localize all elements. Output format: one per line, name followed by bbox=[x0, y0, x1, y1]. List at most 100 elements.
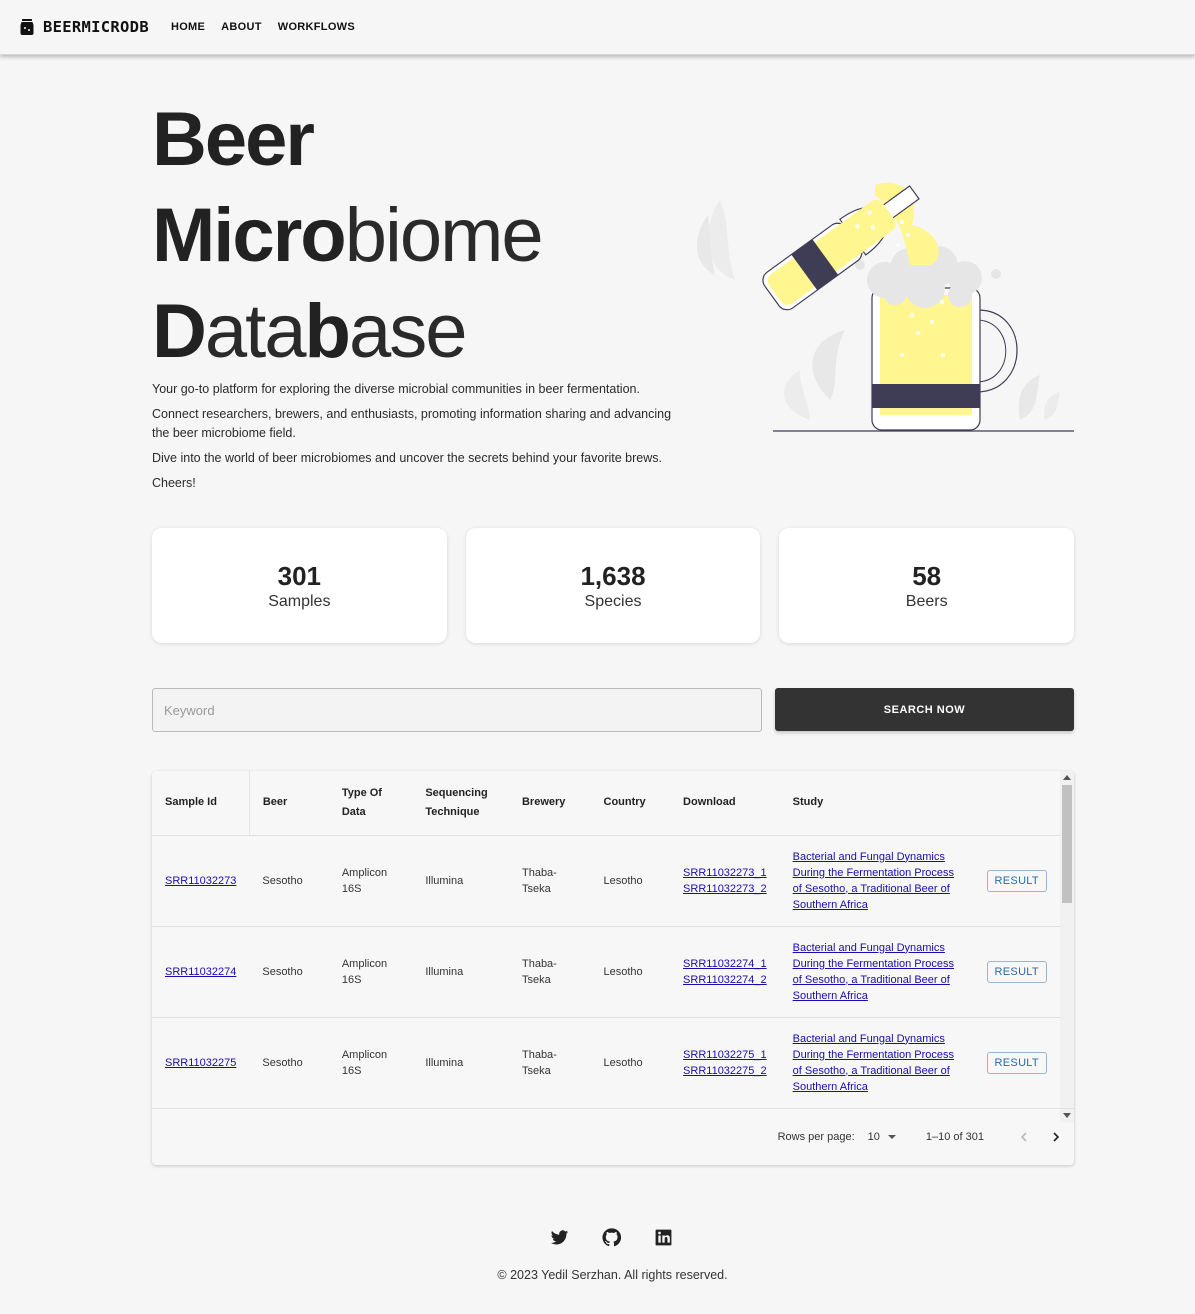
hero-title-line-2: Microbiome bbox=[152, 193, 544, 278]
column-header-type-of-data[interactable]: Type Of Data bbox=[328, 771, 413, 836]
study-cell: Bacterial and Fungal Dynamics During the… bbox=[779, 1017, 974, 1108]
country-cell: Lesotho bbox=[590, 835, 671, 927]
previous-page-button[interactable] bbox=[1008, 1121, 1040, 1153]
hero-title-line-1: Beer bbox=[152, 97, 315, 182]
scroll-up-arrow-icon[interactable] bbox=[1063, 775, 1071, 780]
stat-card-species: 1,638 Species bbox=[465, 528, 761, 643]
table-row: SRR11032274 Sesotho Amplicon 16S Illumin… bbox=[152, 926, 1060, 1018]
result-button[interactable]: RESULT bbox=[986, 960, 1047, 983]
stat-value: 1,638 bbox=[580, 560, 646, 591]
stat-card-samples: 301 Samples bbox=[152, 528, 447, 643]
table-row: SRR11032273 Sesotho Amplicon 16S Illumin… bbox=[152, 835, 1060, 927]
type-cell: Amplicon 16S bbox=[328, 926, 413, 1018]
study-link[interactable]: Bacterial and Fungal Dynamics During the… bbox=[793, 942, 954, 1002]
download-link-1[interactable]: SRR11032275_1 bbox=[683, 1049, 767, 1061]
technique-cell: Illumina bbox=[412, 1017, 509, 1108]
technique-cell: Illumina bbox=[412, 926, 509, 1018]
copyright-text: © 2023 Yedil Serzhan. All rights reserve… bbox=[497, 1268, 728, 1282]
column-header-brewery[interactable]: Brewery bbox=[508, 771, 591, 836]
intro-paragraph: Cheers! bbox=[152, 476, 196, 490]
search-now-button[interactable]: SEARCH NOW bbox=[775, 688, 1074, 731]
intro-paragraph: Dive into the world of beer microbiomes … bbox=[152, 451, 662, 465]
country-cell: Lesotho bbox=[590, 1017, 671, 1108]
column-header-actions bbox=[973, 771, 1060, 836]
search-input[interactable] bbox=[152, 688, 762, 732]
download-link-2[interactable]: SRR11032275_2 bbox=[683, 1065, 767, 1077]
linkedin-icon[interactable] bbox=[654, 1228, 673, 1247]
download-cell: SRR11032275_1 SRR11032275_2 bbox=[670, 1017, 780, 1108]
sample-id-link[interactable]: SRR11032275 bbox=[165, 1057, 236, 1069]
intro-paragraph: Connect researchers, brewers, and enthus… bbox=[152, 407, 672, 440]
beer-cell: Sesotho bbox=[249, 1017, 329, 1108]
logo-text: BEERMICRODB bbox=[43, 18, 149, 36]
column-header-study[interactable]: Study bbox=[779, 771, 974, 836]
chevron-left-icon bbox=[1020, 1132, 1027, 1142]
table-row: SRR11032275 Sesotho Amplicon 16S Illumin… bbox=[152, 1017, 1060, 1108]
sample-id-link[interactable]: SRR11032273 bbox=[165, 875, 236, 887]
table-scroll-area[interactable]: Sample Id Beer Type Of Data Sequencing T… bbox=[152, 771, 1060, 1108]
stat-label: Samples bbox=[268, 592, 331, 610]
download-link-2[interactable]: SRR11032274_2 bbox=[683, 974, 767, 986]
result-button[interactable]: RESULT bbox=[986, 869, 1047, 892]
download-link-1[interactable]: SRR11032273_1 bbox=[683, 867, 767, 879]
next-page-button[interactable] bbox=[1040, 1121, 1072, 1153]
stat-label: Species bbox=[584, 592, 642, 610]
stat-value: 301 bbox=[277, 560, 322, 591]
intro-text: Your go-to platform for exploring the di… bbox=[152, 380, 672, 499]
action-cell: RESULT bbox=[973, 926, 1060, 1018]
study-link[interactable]: Bacterial and Fungal Dynamics During the… bbox=[793, 1033, 954, 1093]
nav-link-about[interactable]: ABOUT bbox=[213, 15, 270, 39]
social-links bbox=[550, 1228, 673, 1247]
study-cell: Bacterial and Fungal Dynamics During the… bbox=[779, 835, 974, 927]
brewery-cell: Thaba-Tseka bbox=[508, 835, 591, 927]
samples-table: Sample Id Beer Type Of Data Sequencing T… bbox=[152, 771, 1074, 1165]
brewery-cell: Thaba-Tseka bbox=[508, 926, 591, 1018]
logo[interactable]: BEERMICRODB bbox=[20, 18, 149, 36]
twitter-icon[interactable] bbox=[550, 1228, 569, 1247]
table-pagination: Rows per page: 10 1–10 of 301 bbox=[152, 1108, 1074, 1165]
table-vertical-scrollbar[interactable] bbox=[1060, 771, 1074, 1122]
column-header-sample-id[interactable]: Sample Id bbox=[152, 771, 250, 836]
download-link-1[interactable]: SRR11032274_1 bbox=[683, 958, 767, 970]
github-icon[interactable] bbox=[602, 1228, 621, 1247]
rows-per-page-value: 10 bbox=[867, 1131, 880, 1143]
nav-links: HOME ABOUT WORKFLOWS bbox=[163, 15, 363, 39]
column-header-sequencing-technique[interactable]: Sequencing Technique bbox=[412, 771, 509, 836]
download-cell: SRR11032274_1 SRR11032274_2 bbox=[670, 926, 780, 1018]
action-cell: RESULT bbox=[973, 1017, 1060, 1108]
result-button[interactable]: RESULT bbox=[986, 1051, 1047, 1074]
type-cell: Amplicon 16S bbox=[328, 1017, 413, 1108]
table-header-row: Sample Id Beer Type Of Data Sequencing T… bbox=[152, 771, 1060, 836]
nav-link-home[interactable]: HOME bbox=[163, 15, 213, 39]
hero-title: Beer Microbiome Database bbox=[152, 92, 544, 380]
beer-jar-icon bbox=[20, 19, 34, 35]
action-cell: RESULT bbox=[973, 835, 1060, 927]
sample-id-link[interactable]: SRR11032274 bbox=[165, 966, 236, 978]
rows-per-page-select[interactable]: 10 bbox=[868, 1131, 896, 1143]
stats-row: 301 Samples 1,638 Species 58 Beers bbox=[152, 528, 1075, 643]
download-link-2[interactable]: SRR11032273_2 bbox=[683, 883, 767, 895]
study-cell: Bacterial and Fungal Dynamics During the… bbox=[779, 926, 974, 1018]
hero-title-line-3: Database bbox=[152, 289, 468, 374]
pagination-range: 1–10 of 301 bbox=[925, 1131, 984, 1143]
study-link[interactable]: Bacterial and Fungal Dynamics During the… bbox=[793, 851, 954, 911]
beer-pouring-illustration bbox=[696, 182, 1074, 432]
column-header-beer[interactable]: Beer bbox=[249, 771, 329, 836]
stat-card-beers: 58 Beers bbox=[779, 528, 1075, 643]
chevron-right-icon bbox=[1053, 1132, 1060, 1142]
technique-cell: Illumina bbox=[412, 835, 509, 927]
nav-link-workflows[interactable]: WORKFLOWS bbox=[270, 15, 363, 39]
stat-label: Beers bbox=[905, 592, 948, 610]
top-navbar: BEERMICRODB HOME ABOUT WORKFLOWS bbox=[0, 0, 1195, 55]
intro-paragraph: Your go-to platform for exploring the di… bbox=[152, 382, 640, 396]
column-header-download[interactable]: Download bbox=[670, 771, 780, 836]
type-cell: Amplicon 16S bbox=[328, 835, 413, 927]
brewery-cell: Thaba-Tseka bbox=[508, 1017, 591, 1108]
download-cell: SRR11032273_1 SRR11032273_2 bbox=[670, 835, 780, 927]
beer-cell: Sesotho bbox=[249, 835, 329, 927]
column-header-country[interactable]: Country bbox=[590, 771, 671, 836]
scrollbar-thumb[interactable] bbox=[1062, 785, 1072, 903]
dropdown-caret-icon bbox=[887, 1135, 896, 1139]
rows-per-page-label: Rows per page: bbox=[777, 1131, 855, 1143]
country-cell: Lesotho bbox=[590, 926, 671, 1018]
